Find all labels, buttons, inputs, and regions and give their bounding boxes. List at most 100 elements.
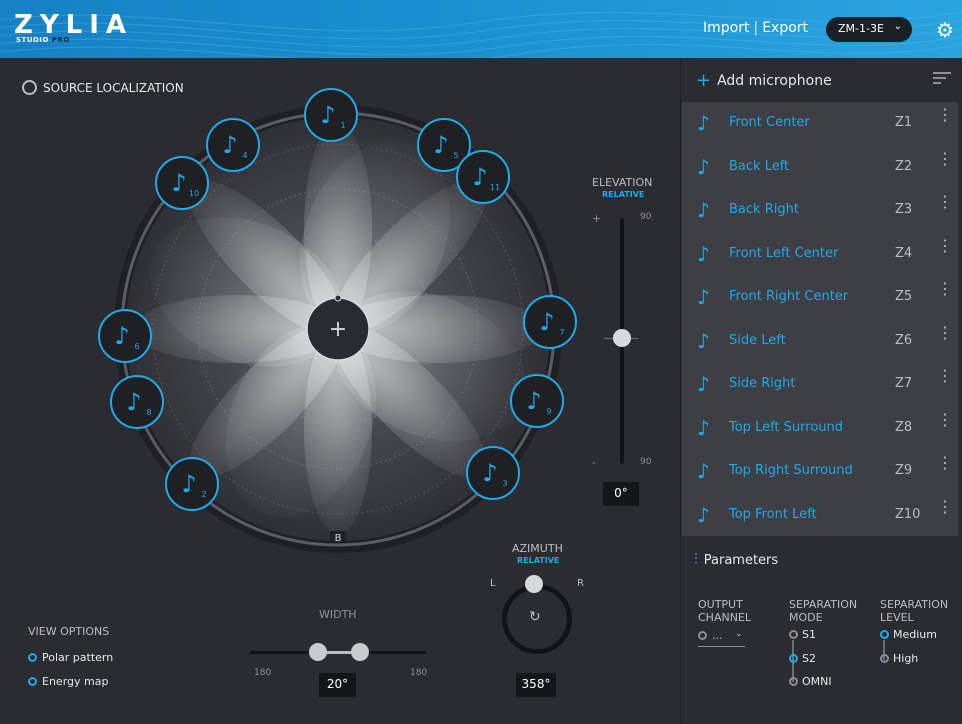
music-note-icon: ♪ — [697, 285, 710, 309]
source-bubble[interactable]: ♪ 7 — [523, 295, 577, 349]
microphone-list: ♪ Front Center Z1 ⋮ ♪ Back Left Z2 ⋮ ♪ Back Right… — [682, 102, 958, 536]
reset-icon[interactable]: ↻ — [529, 609, 541, 625]
more-vertical-icon[interactable]: ⋮ — [937, 194, 953, 210]
output-channel-value: ... — [712, 629, 723, 642]
music-note-icon: ♪ — [472, 163, 487, 191]
center-handle-marker — [334, 294, 342, 302]
width-slider-handle-left[interactable] — [309, 643, 327, 661]
elevation-value[interactable]: 0° — [603, 482, 639, 506]
music-note-icon: ♪ — [526, 387, 541, 415]
microphone-item[interactable]: ♪ Front Left Center Z4 ⋮ — [682, 233, 958, 276]
source-number: 8 — [146, 408, 151, 417]
microphone-item[interactable]: ♪ Front Right Center Z5 ⋮ — [682, 276, 958, 319]
view-options-title: VIEW OPTIONS — [28, 625, 110, 638]
more-vertical-icon[interactable]: ⋮ — [937, 237, 953, 253]
music-note-icon: ♪ — [697, 328, 710, 353]
microphone-item[interactable]: ♪ Top Left Surround Z8 ⋮ — [682, 407, 958, 450]
more-vertical-icon[interactable]: ⋮ — [937, 498, 953, 514]
microphone-zone: Z8 — [895, 419, 913, 435]
microphone-name: Front Right Center — [729, 289, 849, 304]
export-button[interactable]: Export — [762, 20, 808, 36]
add-microphone-button[interactable]: + Add microphone — [696, 70, 832, 91]
separation-level-high[interactable]: High — [880, 652, 918, 665]
source-bubble[interactable]: ♪ 9 — [510, 374, 564, 428]
source-bubble[interactable]: ♪ 2 — [165, 457, 219, 511]
source-bubble[interactable]: ♪ 1 — [304, 88, 358, 142]
microphone-item[interactable]: ♪ Front Center Z1 ⋮ — [682, 102, 958, 145]
elevation-slider-handle[interactable] — [613, 329, 631, 347]
elevation-mode[interactable]: RELATIVE — [602, 190, 644, 199]
more-vertical-icon[interactable]: ⋮ — [937, 150, 953, 166]
source-bubble[interactable]: ♪ 8 — [110, 375, 164, 429]
radio-icon — [789, 630, 798, 639]
azimuth-value[interactable]: 358° — [516, 673, 556, 697]
azimuth-label: AZIMUTH — [512, 542, 563, 555]
back-marker: B — [335, 533, 342, 544]
import-export-menu: Import | Export — [703, 20, 808, 36]
polar-pattern-option[interactable]: Polar pattern — [28, 651, 113, 664]
azimuth-dial-handle[interactable] — [525, 575, 543, 593]
elevation-min: 90 — [640, 457, 652, 467]
elevation-label: ELEVATION — [592, 176, 653, 189]
device-select[interactable]: ZM-1-3E ⌄ — [826, 17, 912, 42]
chevron-down-icon: ⌄ — [735, 629, 743, 639]
separation-mode-omni[interactable]: OMNI — [789, 675, 832, 688]
elevation-plus: + — [592, 212, 602, 225]
output-channel-label: OUTPUT CHANNEL — [698, 598, 752, 624]
microphone-name: Side Right — [729, 376, 796, 391]
source-bubble[interactable]: ♪ 10 — [155, 156, 209, 210]
music-note-icon: ♪ — [482, 459, 497, 487]
music-note-icon: ♪ — [181, 470, 196, 498]
separation-mode-s2[interactable]: S2 — [789, 652, 816, 665]
energy-map-option[interactable]: Energy map — [28, 675, 108, 688]
microphone-item[interactable]: ♪ Top Front Left Z10 ⋮ — [682, 494, 958, 537]
microphone-item[interactable]: ♪ Back Left Z2 ⋮ — [682, 146, 958, 189]
source-number: 3 — [502, 479, 507, 488]
source-bubble[interactable]: ♪ 4 — [206, 118, 260, 172]
microphone-name: Front Left Center — [729, 245, 839, 261]
radio-selected-icon — [880, 630, 889, 639]
music-note-icon: ♪ — [171, 169, 186, 197]
width-value[interactable]: 20° — [319, 673, 356, 697]
separation-level-medium[interactable]: Medium — [880, 628, 937, 641]
microphone-zone: Z2 — [895, 158, 913, 174]
microphone-zone: Z6 — [895, 332, 913, 348]
azimuth-dial[interactable]: ↻ — [502, 584, 572, 654]
azimuth-right: R — [577, 578, 584, 589]
azimuth-mode[interactable]: RELATIVE — [517, 556, 559, 565]
source-bubble[interactable]: ♪ 11 — [456, 150, 510, 204]
music-note-icon: ♪ — [539, 308, 554, 336]
more-vertical-icon[interactable]: ⋮ — [937, 281, 953, 297]
music-note-icon: ♪ — [320, 101, 335, 129]
separation-mode-s1[interactable]: S1 — [789, 628, 816, 641]
more-vertical-icon[interactable]: ⋮ — [937, 368, 953, 384]
sliders-icon: ⫶ — [694, 550, 698, 568]
microphone-name: Front Center — [729, 115, 810, 130]
separation-mode-label: SEPARATION MODE — [789, 598, 858, 624]
music-note-icon: ♪ — [697, 154, 710, 179]
more-vertical-icon[interactable]: ⋮ — [937, 107, 953, 123]
more-vertical-icon[interactable]: ⋮ — [937, 455, 953, 471]
music-note-icon: ♪ — [697, 459, 710, 483]
source-bubble[interactable]: ♪ 6 — [98, 309, 152, 363]
width-slider-handle-right[interactable] — [351, 643, 369, 661]
radio-selected-icon — [789, 654, 798, 663]
import-button[interactable]: Import — [703, 20, 749, 36]
menu-separator: | — [753, 20, 759, 36]
music-note-icon: ♪ — [222, 131, 237, 159]
more-vertical-icon[interactable]: ⋮ — [937, 411, 953, 427]
radio-icon — [880, 654, 889, 663]
microphone-item[interactable]: ♪ Back Right Z3 ⋮ — [682, 189, 958, 232]
microphone-name: Side Left — [729, 332, 786, 348]
gear-icon[interactable]: ⚙ — [936, 18, 954, 42]
microphone-item[interactable]: ♪ Top Right Surround Z9 ⋮ — [682, 450, 958, 493]
microphone-name: Top Right Surround — [729, 463, 853, 478]
output-channel-select[interactable]: ... ⌄ — [698, 629, 745, 647]
radio-icon — [28, 677, 37, 686]
sort-icon[interactable] — [933, 72, 951, 86]
microphone-item[interactable]: ♪ Side Right Z7 ⋮ — [682, 363, 958, 406]
microphone-item[interactable]: ♪ Side Left Z6 ⋮ — [682, 320, 958, 363]
source-bubble[interactable]: ♪ 3 — [466, 446, 520, 500]
more-vertical-icon[interactable]: ⋮ — [937, 324, 953, 340]
parameters-title: ⫶ Parameters — [694, 550, 779, 568]
